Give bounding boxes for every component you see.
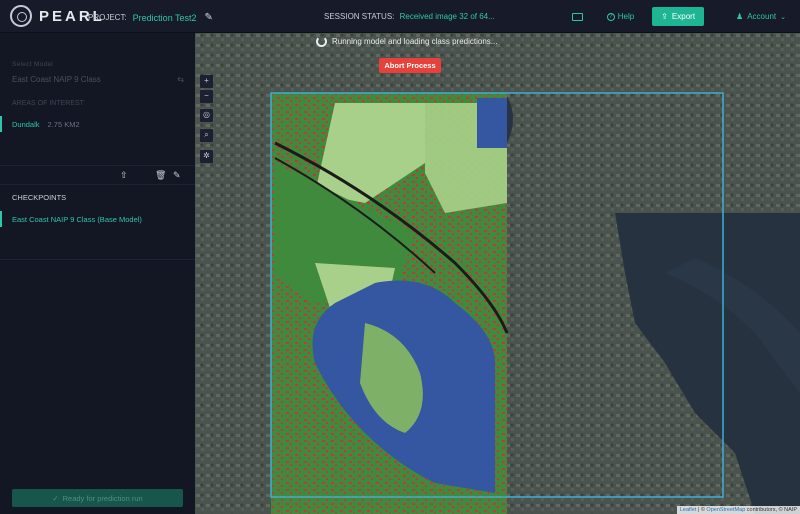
top-header: PEARL PROJECT: Prediction Test2 ✎ SESSIO… — [0, 0, 800, 33]
pearl-app: PEARL PROJECT: Prediction Test2 ✎ SESSIO… — [0, 0, 800, 514]
user-icon: ♟ — [736, 12, 744, 21]
checkpoint-item[interactable]: East Coast NAIP 9 Class (Base Model) — [0, 211, 195, 227]
attribution-rest: contributors, © NAIP — [745, 507, 797, 513]
header-actions: ? Help ⇪ Export ♟ Account ⌄ — [571, 7, 786, 26]
export-button[interactable]: ⇪ Export — [652, 7, 705, 26]
chevron-down-icon: ⌄ — [780, 13, 786, 21]
abort-process-button[interactable]: Abort Process — [379, 58, 441, 73]
sidebar: Select Model East Coast NAIP 9 Class ⇆ A… — [0, 33, 195, 514]
map-view[interactable]: + − ◎ ⌕ ✲ Leaflet | © OpenStreetMap cont… — [195, 33, 800, 514]
aoi-item[interactable]: Dundalk 2.75 KM2 — [0, 116, 195, 132]
trash-icon[interactable]: 🗑 — [155, 170, 166, 181]
map-imagery — [195, 33, 800, 514]
leaflet-link[interactable]: Leaflet — [680, 507, 697, 513]
help-link[interactable]: ? Help — [606, 12, 635, 21]
zoom-out-button[interactable]: − — [200, 90, 213, 103]
model-section-label: Select Model — [12, 61, 54, 68]
aoi-name: Dundalk — [12, 119, 40, 129]
project-label: PROJECT: — [88, 13, 127, 22]
ready-for-prediction-button[interactable]: ✓ Ready for prediction run — [12, 489, 183, 507]
layers-icon[interactable]: ◎ — [200, 109, 213, 122]
pearl-logo-icon — [10, 5, 32, 27]
project-info: PROJECT: Prediction Test2 ✎ — [88, 12, 213, 23]
checkpoint-toolbar: ⇧ 🗑 ✎ — [0, 165, 195, 185]
divider — [0, 259, 195, 260]
checkpoints-label: CHECKPOINTS — [12, 193, 67, 202]
attribution-separator: | © — [696, 507, 707, 513]
map-attribution: Leaflet | © OpenStreetMap contributors, … — [676, 506, 800, 514]
account-menu[interactable]: ♟ Account ⌄ — [736, 12, 786, 21]
upload-icon[interactable]: ⇧ — [120, 170, 128, 181]
aoi-section-label: AREAS OF INTEREST — [12, 100, 84, 107]
help-icon: ? — [606, 12, 615, 21]
ready-label: Ready for prediction run — [62, 493, 143, 503]
account-label: Account — [747, 12, 777, 21]
keyboard-shortcuts-icon[interactable] — [571, 12, 583, 21]
help-label: Help — [617, 12, 635, 21]
prediction-status: Running model and loading class predicti… — [316, 36, 497, 47]
osm-link[interactable]: OpenStreetMap — [706, 507, 745, 513]
model-name: East Coast NAIP 9 Class — [12, 75, 101, 84]
session-status-label: SESSION STATUS: — [324, 12, 395, 21]
project-name: Prediction Test2 — [132, 12, 197, 23]
aoi-size: 2.75 KM2 — [47, 119, 80, 129]
check-icon: ✓ — [52, 493, 59, 503]
model-selector[interactable]: East Coast NAIP 9 Class ⇆ — [12, 75, 184, 84]
session-status: SESSION STATUS: Received image 32 of 64.… — [324, 12, 495, 21]
zoom-in-button[interactable]: + — [200, 75, 213, 88]
settings-icon[interactable]: ✲ — [200, 150, 213, 163]
edit-icon[interactable]: ✎ — [173, 170, 181, 181]
status-message: Running model and loading class predicti… — [332, 37, 498, 46]
swap-icon: ⇆ — [177, 75, 184, 84]
loading-spinner-icon — [316, 36, 327, 47]
export-icon: ⇪ — [661, 12, 668, 21]
export-label: Export — [671, 12, 696, 21]
search-icon[interactable]: ⌕ — [200, 129, 213, 142]
edit-project-pencil-icon[interactable]: ✎ — [205, 12, 213, 23]
session-status-value: Received image 32 of 64... — [399, 12, 495, 21]
